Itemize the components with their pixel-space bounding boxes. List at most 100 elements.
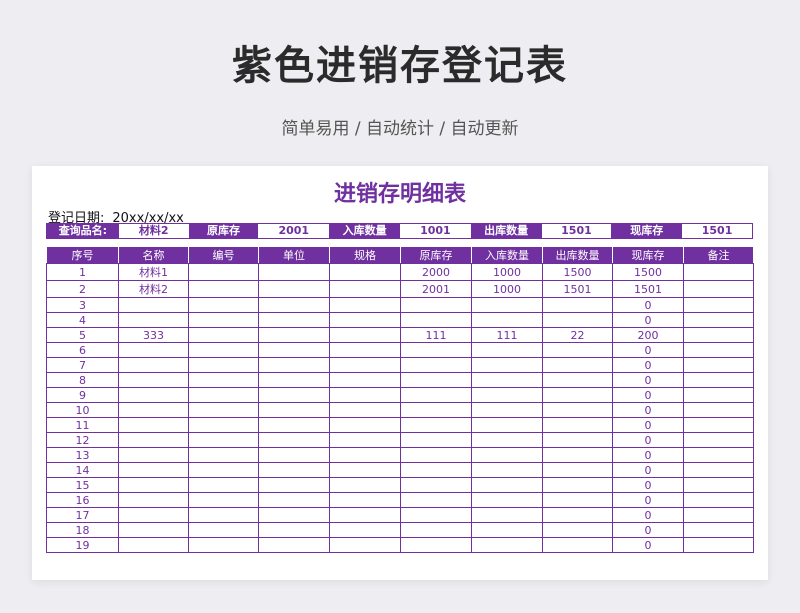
- table-cell[interactable]: 18: [46, 522, 119, 538]
- table-cell[interactable]: [400, 417, 472, 433]
- table-cell[interactable]: [400, 447, 472, 463]
- table-cell[interactable]: 1: [46, 263, 119, 281]
- table-cell[interactable]: 6: [46, 342, 119, 358]
- table-cell[interactable]: [118, 477, 189, 493]
- table-cell[interactable]: 0: [612, 492, 684, 508]
- table-cell[interactable]: [118, 432, 189, 448]
- table-cell[interactable]: [542, 357, 613, 373]
- table-cell[interactable]: [118, 522, 189, 538]
- table-cell[interactable]: [188, 477, 259, 493]
- table-cell[interactable]: [188, 263, 259, 281]
- table-cell[interactable]: 2: [46, 280, 119, 298]
- table-cell[interactable]: [400, 492, 472, 508]
- table-cell[interactable]: [542, 432, 613, 448]
- table-cell[interactable]: [329, 417, 401, 433]
- table-cell[interactable]: 5: [46, 327, 119, 343]
- table-cell[interactable]: 16: [46, 492, 119, 508]
- table-cell[interactable]: [188, 507, 259, 523]
- table-cell[interactable]: [258, 342, 330, 358]
- query-name-value[interactable]: 材料2: [118, 224, 189, 238]
- table-cell[interactable]: [683, 492, 754, 508]
- table-cell[interactable]: [188, 537, 259, 553]
- table-cell[interactable]: [683, 327, 754, 343]
- table-cell[interactable]: [258, 312, 330, 328]
- table-cell[interactable]: 0: [612, 357, 684, 373]
- table-cell[interactable]: 10: [46, 402, 119, 418]
- table-cell[interactable]: [188, 387, 259, 403]
- table-cell[interactable]: [329, 537, 401, 553]
- table-cell[interactable]: 333: [118, 327, 189, 343]
- table-cell[interactable]: [329, 327, 401, 343]
- table-cell[interactable]: [329, 522, 401, 538]
- table-cell[interactable]: 13: [46, 447, 119, 463]
- table-cell[interactable]: [683, 263, 754, 281]
- table-cell[interactable]: 0: [612, 432, 684, 448]
- table-cell[interactable]: 8: [46, 372, 119, 388]
- table-cell[interactable]: [258, 402, 330, 418]
- table-cell[interactable]: 22: [542, 327, 613, 343]
- table-cell[interactable]: [683, 280, 754, 298]
- table-cell[interactable]: [542, 297, 613, 313]
- table-cell[interactable]: [329, 462, 401, 478]
- table-cell[interactable]: [118, 402, 189, 418]
- table-cell[interactable]: 7: [46, 357, 119, 373]
- table-cell[interactable]: [471, 297, 543, 313]
- table-cell[interactable]: [188, 447, 259, 463]
- table-cell[interactable]: [118, 462, 189, 478]
- table-cell[interactable]: [471, 477, 543, 493]
- table-cell[interactable]: [471, 432, 543, 448]
- table-cell[interactable]: 200: [612, 327, 684, 343]
- table-cell[interactable]: [329, 297, 401, 313]
- table-cell[interactable]: [400, 357, 472, 373]
- table-cell[interactable]: [683, 297, 754, 313]
- table-cell[interactable]: 0: [612, 372, 684, 388]
- table-cell[interactable]: 材料1: [118, 263, 189, 281]
- table-cell[interactable]: 0: [612, 417, 684, 433]
- table-cell[interactable]: [329, 263, 401, 281]
- table-cell[interactable]: 0: [612, 342, 684, 358]
- table-cell[interactable]: [258, 447, 330, 463]
- table-cell[interactable]: [471, 417, 543, 433]
- table-cell[interactable]: [258, 537, 330, 553]
- table-cell[interactable]: [329, 312, 401, 328]
- table-cell[interactable]: [683, 372, 754, 388]
- table-cell[interactable]: [188, 402, 259, 418]
- table-cell[interactable]: 0: [612, 507, 684, 523]
- table-cell[interactable]: [258, 462, 330, 478]
- table-cell[interactable]: 4: [46, 312, 119, 328]
- table-cell[interactable]: [683, 462, 754, 478]
- table-cell[interactable]: [683, 312, 754, 328]
- table-cell[interactable]: [118, 387, 189, 403]
- table-cell[interactable]: [188, 327, 259, 343]
- table-cell[interactable]: [471, 357, 543, 373]
- table-cell[interactable]: [329, 280, 401, 298]
- table-cell[interactable]: [400, 312, 472, 328]
- table-cell[interactable]: [118, 492, 189, 508]
- table-cell[interactable]: [258, 492, 330, 508]
- table-cell[interactable]: 0: [612, 447, 684, 463]
- table-cell[interactable]: [258, 297, 330, 313]
- table-cell[interactable]: [683, 432, 754, 448]
- table-cell[interactable]: 1500: [612, 263, 684, 281]
- table-cell[interactable]: [471, 312, 543, 328]
- table-cell[interactable]: [188, 297, 259, 313]
- table-cell[interactable]: 12: [46, 432, 119, 448]
- table-cell[interactable]: [329, 342, 401, 358]
- table-cell[interactable]: 材料2: [118, 280, 189, 298]
- table-cell[interactable]: [188, 280, 259, 298]
- table-cell[interactable]: [400, 462, 472, 478]
- table-cell[interactable]: [542, 447, 613, 463]
- table-cell[interactable]: 0: [612, 402, 684, 418]
- table-cell[interactable]: [188, 312, 259, 328]
- table-cell[interactable]: [258, 432, 330, 448]
- table-cell[interactable]: [258, 280, 330, 298]
- table-cell[interactable]: [683, 387, 754, 403]
- table-cell[interactable]: [118, 357, 189, 373]
- table-cell[interactable]: [683, 402, 754, 418]
- table-cell[interactable]: [188, 492, 259, 508]
- table-cell[interactable]: 11: [46, 417, 119, 433]
- table-cell[interactable]: [542, 312, 613, 328]
- table-cell[interactable]: [683, 522, 754, 538]
- table-cell[interactable]: [329, 357, 401, 373]
- table-cell[interactable]: [400, 477, 472, 493]
